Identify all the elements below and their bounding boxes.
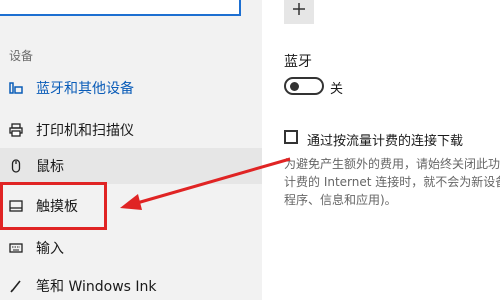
nav-item-pen[interactable]: 笔和 Windows Ink [0,268,262,304]
bluetooth-toggle[interactable] [284,77,324,95]
bluetooth-devices-icon [9,81,23,95]
nav-item-label: 打印机和扫描仪 [36,123,134,139]
metered-description: 为避免产生额外的费用，请始终关闭此功 计费的 Internet 连接时，就不会为… [284,157,500,207]
settings-window: 设备 蓝牙和其他设备 打印机和扫描仪 鼠标 触摸板 输入 笔和 Windows … [0,0,500,300]
settings-nav-pane: 设备 蓝牙和其他设备 打印机和扫描仪 鼠标 触摸板 输入 笔和 Windows … [0,0,262,300]
nav-item-mouse[interactable]: 鼠标 [0,148,262,184]
nav-item-label: 输入 [36,241,64,257]
metered-download-label: 通过按流量计费的连接下载 [307,134,464,149]
nav-group-label: 设备 [9,49,34,63]
bluetooth-section-title: 蓝牙 [284,54,312,70]
nav-item-label: 笔和 Windows Ink [36,279,157,295]
keyboard-icon [9,241,23,255]
mouse-icon [9,159,23,173]
printer-icon [9,123,23,137]
nav-item-printers[interactable]: 打印机和扫描仪 [0,112,262,148]
nav-item-bluetooth[interactable]: 蓝牙和其他设备 [0,70,262,106]
search-input[interactable] [0,0,241,16]
nav-item-input[interactable]: 输入 [0,230,262,266]
nav-item-label: 鼠标 [36,159,64,175]
pen-icon [9,279,23,293]
add-device-label-partial: • · · · · [326,0,376,7]
metered-download-checkbox[interactable] [284,130,298,144]
plus-icon [292,1,306,20]
nav-item-label: 蓝牙和其他设备 [36,81,134,97]
touchpad-highlight-box [0,182,107,230]
add-device-button[interactable] [284,0,314,24]
toggle-knob [290,82,299,91]
settings-content-pane: • · · · · 蓝牙 关 通过按流量计费的连接下载 为避免产生额外的费用，请… [262,0,500,300]
bluetooth-toggle-state: 关 [330,82,344,97]
